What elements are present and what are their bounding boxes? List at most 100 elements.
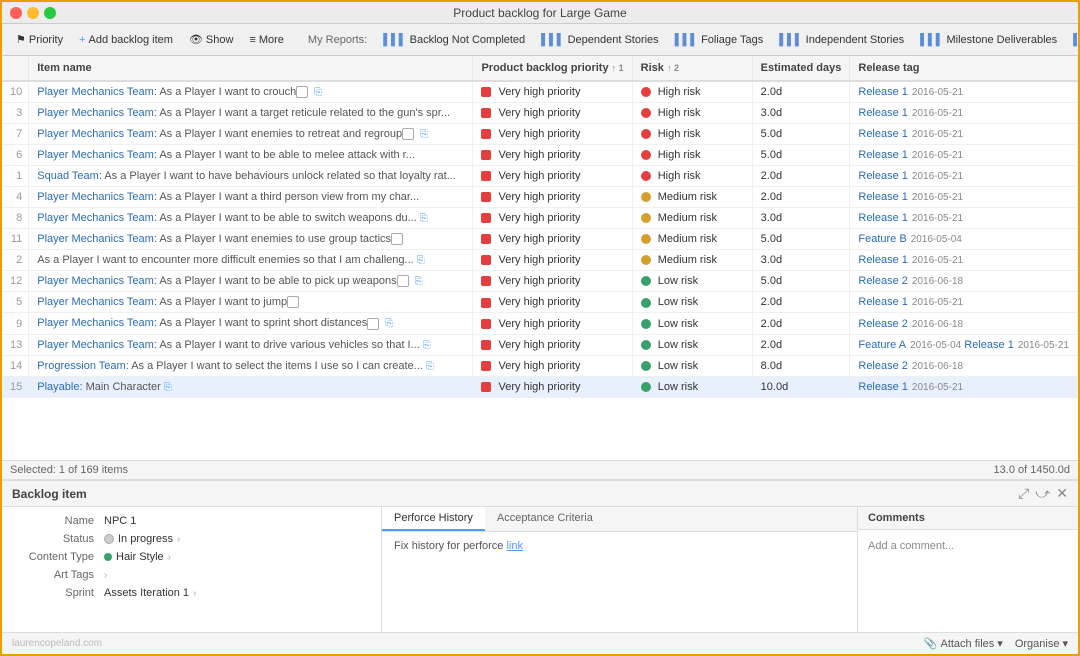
- row-number: 13: [2, 334, 29, 355]
- art-tags-row[interactable]: Art Tags ›: [14, 569, 369, 581]
- release-tag: Release 2: [858, 275, 908, 287]
- add-backlog-button[interactable]: + Add backlog item: [73, 31, 179, 49]
- priority-cell: Very high priority: [473, 250, 632, 271]
- col-item-name[interactable]: Item name: [29, 56, 473, 81]
- checkbox[interactable]: [287, 296, 299, 308]
- risk-dot: [641, 340, 651, 350]
- priority-cell: Very high priority: [473, 313, 632, 334]
- col-days[interactable]: Estimated days: [752, 56, 850, 81]
- show-button[interactable]: 👁 Show: [183, 30, 240, 49]
- link-icon[interactable]: ⎘: [314, 87, 322, 98]
- priority-cell: Very high priority: [473, 103, 632, 124]
- link-icon[interactable]: ⎘: [423, 340, 431, 351]
- expand-button[interactable]: ⤢: [1018, 485, 1029, 502]
- panel-title: Backlog item: [12, 487, 87, 501]
- priority-value: Very high priority: [499, 254, 581, 266]
- foliage-tags-button[interactable]: ▌▌▌ Foliage Tags: [669, 31, 770, 49]
- popout-button[interactable]: ⤻: [1035, 485, 1050, 502]
- table-row[interactable]: 5 Player Mechanics Team: As a Player I w…: [2, 292, 1078, 313]
- table-row[interactable]: 13 Player Mechanics Team: As a Player I …: [2, 334, 1078, 355]
- link-icon[interactable]: ⎘: [426, 361, 434, 372]
- link-icon[interactable]: ⎘: [420, 213, 428, 224]
- table-row[interactable]: 2 As a Player I want to encounter more d…: [2, 250, 1078, 271]
- milestone-deliverables-button[interactable]: ▌▌▌ Milestone Deliverables: [914, 31, 1063, 49]
- priority-value: Very high priority: [499, 170, 581, 182]
- dependent-stories-button[interactable]: ▌▌▌ Dependent Stories: [535, 31, 665, 49]
- table-row[interactable]: 8 Player Mechanics Team: As a Player I w…: [2, 208, 1078, 229]
- footer-left: laurencopeland.com: [12, 638, 102, 649]
- table-row[interactable]: 3 Player Mechanics Team: As a Player I w…: [2, 103, 1078, 124]
- release-date: 2016-05-21: [912, 213, 963, 224]
- col-release[interactable]: Release tag: [850, 56, 1078, 81]
- link-icon[interactable]: ⎘: [415, 276, 423, 287]
- footer-right: 📎 Attach files ▾ Organise ▾: [924, 637, 1068, 650]
- status-text: In progress: [118, 533, 173, 545]
- add-comment-text[interactable]: Add a comment...: [868, 540, 954, 552]
- table-row[interactable]: 4 Player Mechanics Team: As a Player I w…: [2, 187, 1078, 208]
- col-risk[interactable]: Risk ↑ 2: [632, 56, 752, 81]
- priority-value: Very high priority: [499, 86, 581, 98]
- backlog-label: Backlog Not Completed: [410, 34, 526, 46]
- table-row[interactable]: 9 Player Mechanics Team: As a Player I w…: [2, 313, 1078, 334]
- priority-dot: [481, 340, 491, 350]
- days-cell: 8.0d: [752, 355, 850, 376]
- table-row[interactable]: 12 Player Mechanics Team: As a Player I …: [2, 271, 1078, 292]
- checkbox[interactable]: [391, 233, 403, 245]
- col-risk-label: Risk: [641, 62, 664, 74]
- item-text: As a Player I want to sprint short dista…: [159, 317, 367, 329]
- status-row[interactable]: Status In progress ›: [14, 533, 369, 545]
- risk-value: Low risk: [658, 318, 698, 330]
- link-icon[interactable]: ⎘: [164, 382, 172, 393]
- release-tag: Release 1: [858, 149, 908, 161]
- priority-cell: Very high priority: [473, 229, 632, 250]
- release-tag: Release 2: [858, 360, 908, 372]
- risk-dot: [641, 255, 651, 265]
- perforce-link[interactable]: link: [506, 540, 523, 552]
- sprint-chevron: ›: [193, 588, 196, 599]
- row-number: 10: [2, 81, 29, 103]
- attach-files-button[interactable]: 📎 Attach files ▾: [924, 637, 1003, 650]
- link-icon[interactable]: ⎘: [417, 255, 425, 266]
- table-row[interactable]: 10 Player Mechanics Team: As a Player I …: [2, 81, 1078, 103]
- checkbox[interactable]: [397, 275, 409, 287]
- minimize-button[interactable]: [27, 7, 39, 19]
- link-icon[interactable]: ⎘: [385, 318, 393, 329]
- content-chevron: ›: [168, 552, 171, 563]
- independent-stories-button[interactable]: ▌▌▌ Independent Stories: [773, 31, 910, 49]
- release1-status-button[interactable]: ▌▌▌ Release 1 Status: [1067, 31, 1078, 49]
- status-chevron: ›: [177, 534, 180, 545]
- team-name: Squad Team:: [37, 170, 102, 182]
- more-button[interactable]: ≡ More: [243, 31, 289, 49]
- table-row[interactable]: 1 Squad Team: As a Player I want to have…: [2, 166, 1078, 187]
- days-cell: 2.0d: [752, 81, 850, 103]
- row-number: 1: [2, 166, 29, 187]
- sprint-row[interactable]: Sprint Assets Iteration 1 ›: [14, 587, 369, 599]
- table-row[interactable]: 15 Playable: Main Character⎘ Very high p…: [2, 376, 1078, 397]
- priority-button[interactable]: ⚑ Priority: [10, 30, 69, 49]
- checkbox[interactable]: [402, 128, 414, 140]
- risk-value: High risk: [658, 107, 701, 119]
- close-button[interactable]: [10, 7, 22, 19]
- maximize-button[interactable]: [44, 7, 56, 19]
- backlog-not-completed-button[interactable]: ▌▌▌ Backlog Not Completed: [377, 31, 531, 49]
- team-name: Player Mechanics Team:: [37, 128, 157, 140]
- table-area[interactable]: Item name Product backlog priority ↑ 1 R…: [2, 56, 1078, 460]
- checkbox[interactable]: [296, 86, 308, 98]
- tab-acceptance-criteria[interactable]: Acceptance Criteria: [485, 507, 605, 531]
- organise-button[interactable]: Organise ▾: [1015, 637, 1068, 650]
- panel-controls: ⤢ ⤻ ✕: [1018, 485, 1068, 502]
- table-row[interactable]: 7 Player Mechanics Team: As a Player I w…: [2, 124, 1078, 145]
- close-panel-button[interactable]: ✕: [1056, 485, 1068, 502]
- link-icon[interactable]: ⎘: [420, 129, 428, 140]
- release-cell: Release 22016-06-18: [850, 271, 1078, 292]
- team-name: Player Mechanics Team:: [37, 339, 157, 351]
- item-name-cell: Player Mechanics Team: As a Player I wan…: [29, 124, 473, 145]
- tab-perforce-history[interactable]: Perforce History: [382, 507, 485, 531]
- table-row[interactable]: 6 Player Mechanics Team: As a Player I w…: [2, 145, 1078, 166]
- content-type-row[interactable]: Content Type Hair Style ›: [14, 551, 369, 563]
- col-priority[interactable]: Product backlog priority ↑ 1: [473, 56, 632, 81]
- table-row[interactable]: 14 Progression Team: As a Player I want …: [2, 355, 1078, 376]
- checkbox[interactable]: [367, 318, 379, 330]
- table-row[interactable]: 11 Player Mechanics Team: As a Player I …: [2, 229, 1078, 250]
- team-name: Player Mechanics Team:: [37, 149, 157, 161]
